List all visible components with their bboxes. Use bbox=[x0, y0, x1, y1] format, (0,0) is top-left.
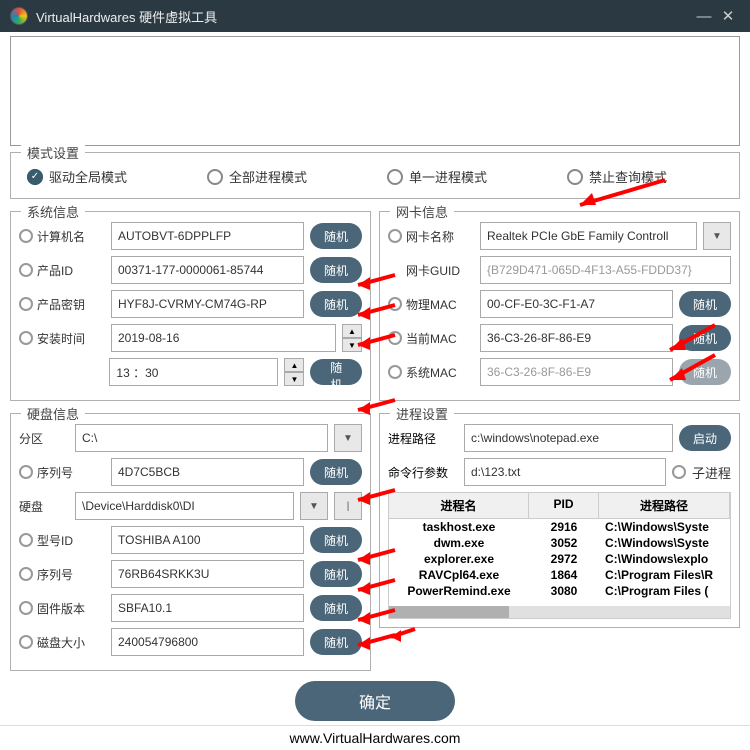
random-button[interactable]: 随机 bbox=[310, 595, 362, 621]
window-title: VirtualHardwares 硬件虚拟工具 bbox=[36, 7, 217, 26]
random-button[interactable]: 随机 bbox=[310, 459, 362, 485]
radio-icon[interactable] bbox=[388, 297, 402, 311]
horizontal-scrollbar[interactable] bbox=[389, 606, 730, 618]
radio-icon[interactable] bbox=[19, 601, 33, 615]
mode-forbid-query[interactable]: 禁止查询模式 bbox=[567, 167, 667, 186]
install-time-input[interactable] bbox=[109, 358, 278, 386]
mode-title: 模式设置 bbox=[21, 143, 85, 162]
radio-icon[interactable] bbox=[388, 229, 402, 243]
radio-icon[interactable] bbox=[19, 297, 33, 311]
radio-icon[interactable] bbox=[388, 331, 402, 345]
partition-input[interactable] bbox=[75, 424, 328, 452]
random-button[interactable]: 随机 bbox=[310, 359, 362, 385]
dropdown-icon[interactable]: ▼ bbox=[300, 492, 328, 520]
radio-icon[interactable] bbox=[19, 331, 33, 345]
disk-input[interactable] bbox=[75, 492, 294, 520]
net-guid-input[interactable] bbox=[480, 256, 731, 284]
model-input[interactable] bbox=[111, 526, 304, 554]
ok-button[interactable]: 确定 bbox=[295, 681, 455, 721]
radio-icon[interactable] bbox=[19, 263, 33, 277]
minimize-button[interactable]: — bbox=[692, 8, 716, 25]
radio-icon bbox=[207, 169, 223, 185]
radio-icon[interactable] bbox=[388, 365, 402, 379]
proc-fieldset: 进程设置 进程路径启动 命令行参数子进程 进程名 PID 进程路径 taskho… bbox=[379, 413, 740, 628]
process-table-header: 进程名 PID 进程路径 bbox=[388, 492, 731, 519]
table-row: RAVCpl64.exe1864C:\Program Files\R bbox=[389, 567, 730, 583]
close-button[interactable]: ✕ bbox=[716, 7, 740, 25]
phys-mac-input[interactable] bbox=[480, 290, 673, 318]
mode-fieldset: 模式设置 驱动全局模式 全部进程模式 单一进程模式 禁止查询模式 bbox=[10, 152, 740, 199]
computer-name-input[interactable] bbox=[111, 222, 304, 250]
random-button[interactable]: 随机 bbox=[310, 223, 362, 249]
radio-icon[interactable] bbox=[19, 229, 33, 243]
table-row: dwm.exe3052C:\Windows\Syste bbox=[389, 535, 730, 551]
product-id-input[interactable] bbox=[111, 256, 304, 284]
time-spinner[interactable]: ▲▼ bbox=[284, 358, 304, 386]
diskinfo-title: 硬盘信息 bbox=[21, 404, 85, 423]
table-row: taskhost.exe2916C:\Windows\Syste bbox=[389, 519, 730, 535]
dropdown-icon[interactable]: ▼ bbox=[703, 222, 731, 250]
cur-mac-input[interactable] bbox=[480, 324, 673, 352]
radio-icon[interactable] bbox=[19, 465, 33, 479]
disk-size-input[interactable] bbox=[111, 628, 304, 656]
app-icon bbox=[10, 7, 28, 25]
footer-link[interactable]: www.VirtualHardwares.com bbox=[0, 725, 750, 750]
diskinfo-fieldset: 硬盘信息 分区▼ 序列号随机 硬盘▼| 型号ID随机 序列号随机 固件版本随机 … bbox=[10, 413, 371, 671]
firmware-input[interactable] bbox=[111, 594, 304, 622]
refresh-icon[interactable]: | bbox=[334, 492, 362, 520]
sys-mac-input[interactable] bbox=[480, 358, 673, 386]
mode-single-process[interactable]: 单一进程模式 bbox=[387, 167, 487, 186]
random-button[interactable]: 随机 bbox=[310, 257, 362, 283]
radio-icon bbox=[672, 465, 686, 479]
radio-icon bbox=[387, 169, 403, 185]
sysinfo-title: 系统信息 bbox=[21, 202, 85, 221]
net-name-input[interactable] bbox=[480, 222, 697, 250]
random-button-disabled: 随机 bbox=[679, 359, 731, 385]
random-button[interactable]: 随机 bbox=[310, 291, 362, 317]
dropdown-icon[interactable]: ▼ bbox=[334, 424, 362, 452]
proc-args-input[interactable] bbox=[464, 458, 666, 486]
radio-icon[interactable] bbox=[19, 567, 33, 581]
radio-icon bbox=[27, 169, 43, 185]
disk-serial-input[interactable] bbox=[111, 560, 304, 588]
proc-path-input[interactable] bbox=[464, 424, 673, 452]
radio-icon bbox=[567, 169, 583, 185]
mode-driver-global[interactable]: 驱动全局模式 bbox=[27, 167, 127, 186]
table-row: explorer.exe2972C:\Windows\explo bbox=[389, 551, 730, 567]
install-date-input[interactable] bbox=[111, 324, 336, 352]
partition-serial-input[interactable] bbox=[111, 458, 304, 486]
sysinfo-fieldset: 系统信息 计算机名随机 产品ID随机 产品密钥随机 安装时间▲▼ ▲▼随机 bbox=[10, 211, 371, 401]
random-button[interactable]: 随机 bbox=[310, 527, 362, 553]
log-textarea[interactable] bbox=[10, 36, 740, 146]
process-table-body[interactable]: taskhost.exe2916C:\Windows\Syste dwm.exe… bbox=[388, 519, 731, 619]
child-process-radio[interactable]: 子进程 bbox=[672, 463, 731, 482]
radio-icon[interactable] bbox=[19, 635, 33, 649]
netinfo-fieldset: 网卡信息 网卡名称▼ 网卡GUID 物理MAC随机 当前MAC随机 系统MAC随… bbox=[379, 211, 740, 401]
product-key-input[interactable] bbox=[111, 290, 304, 318]
proc-title: 进程设置 bbox=[390, 404, 454, 423]
random-button[interactable]: 随机 bbox=[310, 561, 362, 587]
titlebar: VirtualHardwares 硬件虚拟工具 — ✕ bbox=[0, 0, 750, 32]
random-button[interactable]: 随机 bbox=[310, 629, 362, 655]
netinfo-title: 网卡信息 bbox=[390, 202, 454, 221]
mode-all-process[interactable]: 全部进程模式 bbox=[207, 167, 307, 186]
random-button[interactable]: 随机 bbox=[679, 291, 731, 317]
date-spinner[interactable]: ▲▼ bbox=[342, 324, 362, 352]
radio-icon[interactable] bbox=[19, 533, 33, 547]
launch-button[interactable]: 启动 bbox=[679, 425, 731, 451]
table-row: PowerRemind.exe3080C:\Program Files ( bbox=[389, 583, 730, 599]
random-button[interactable]: 随机 bbox=[679, 325, 731, 351]
